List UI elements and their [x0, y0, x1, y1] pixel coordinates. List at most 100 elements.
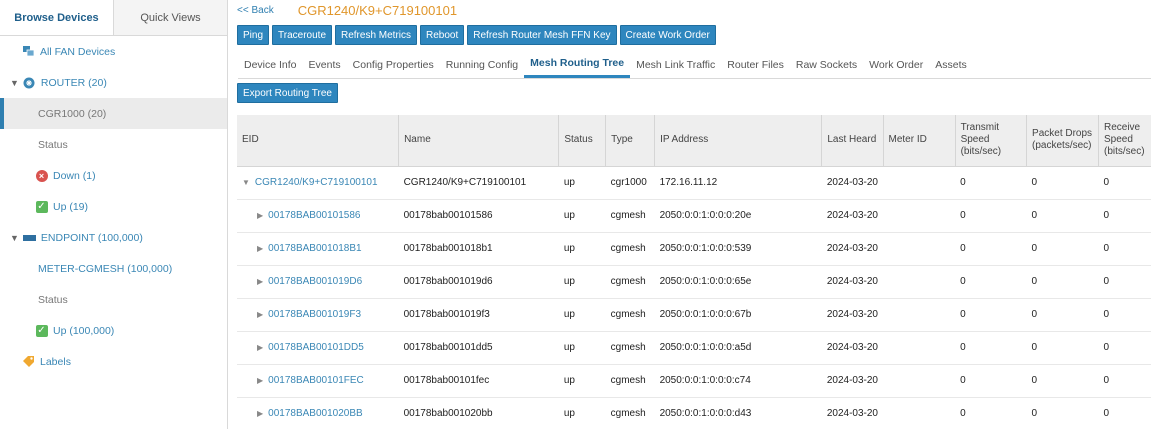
reboot-button[interactable]: Reboot — [420, 25, 465, 45]
status-cell: up — [558, 397, 606, 429]
table-row: ▶ 00178BAB001019D6 00178bab001019d6 up cg… — [237, 265, 1151, 299]
table-row: ▼ CGR1240/K9+C719100101 CGR1240/K9+C71910… — [237, 166, 1151, 200]
tab-raw-sockets[interactable]: Raw Sockets — [790, 51, 863, 78]
expand-icon[interactable]: ▶ — [257, 211, 263, 220]
eid-cell[interactable]: ▶ 00178BAB001018B1 — [237, 232, 399, 266]
expand-icon[interactable]: ▶ — [257, 277, 263, 286]
tab-quick-views[interactable]: Quick Views — [113, 0, 227, 35]
tab-router-files[interactable]: Router Files — [721, 51, 790, 78]
tab-work-order[interactable]: Work Order — [863, 51, 929, 78]
sidebar-item-label: Labels — [40, 355, 71, 368]
col-last-heard[interactable]: Last Heard — [821, 115, 884, 167]
col-ip-address[interactable]: IP Address — [654, 115, 823, 167]
col-meter-id[interactable]: Meter ID — [883, 115, 956, 167]
type-cell: cgr1000 — [605, 166, 655, 200]
rx-cell: 0 — [1098, 298, 1151, 332]
tab-device-info[interactable]: Device Info — [238, 51, 303, 78]
name-cell: 00178bab001020bb — [398, 397, 559, 429]
expand-icon[interactable]: ▶ — [257, 343, 263, 352]
tab-mesh-routing-tree[interactable]: Mesh Routing Tree — [524, 51, 631, 78]
tab-running-config[interactable]: Running Config — [440, 51, 524, 78]
eid-cell[interactable]: ▶ 00178BAB00101586 — [237, 199, 399, 233]
sidebar-item-router[interactable]: ▼ ROUTER (20) — [0, 67, 227, 98]
sidebar-item-status-up[interactable]: ✓ Up (19) — [0, 191, 227, 222]
name-cell: 00178bab001019d6 — [398, 265, 559, 299]
sidebar-item-endpoint[interactable]: ▼ ENDPOINT (100,000) — [0, 222, 227, 253]
status-cell: up — [558, 331, 606, 365]
col-status[interactable]: Status — [558, 115, 607, 167]
sidebar-item-label: Up (19) — [53, 200, 89, 213]
eid-link[interactable]: 00178BAB00101FEC — [268, 375, 364, 386]
expand-icon[interactable]: ▶ — [257, 409, 263, 418]
col-packet-drops[interactable]: Packet Drops (packets/sec) — [1026, 115, 1099, 167]
sidebar-item-label: ROUTER (20) — [40, 76, 107, 89]
eid-cell[interactable]: ▼ CGR1240/K9+C719100101 — [237, 166, 399, 200]
refresh-router-mesh-ffn-key-button[interactable]: Refresh Router Mesh FFN Key — [467, 25, 617, 45]
eid-cell[interactable]: ▶ 00178BAB001019F3 — [237, 298, 399, 332]
col-transmit-speed[interactable]: Transmit Speed (bits/sec) — [955, 115, 1028, 167]
tab-mesh-link-traffic[interactable]: Mesh Link Traffic — [630, 51, 721, 78]
col-eid[interactable]: EID — [237, 115, 400, 167]
eid-link[interactable]: 00178BAB001020BB — [268, 408, 363, 419]
ip-cell: 2050:0:0:1:0:0:0:65e — [654, 265, 822, 299]
collapse-icon[interactable]: ▼ — [242, 178, 250, 187]
status-cell: up — [558, 364, 606, 398]
eid-link[interactable]: 00178BAB001019F3 — [268, 309, 361, 320]
col-name[interactable]: Name — [398, 115, 560, 167]
export-routing-tree-button[interactable]: Export Routing Tree — [237, 83, 338, 103]
expand-icon[interactable]: ▶ — [257, 244, 263, 253]
tab-config-properties[interactable]: Config Properties — [347, 51, 440, 78]
eid-cell[interactable]: ▶ 00178BAB001020BB — [237, 397, 399, 429]
detail-tabs: Device Info Events Config Properties Run… — [238, 51, 1151, 79]
tx-cell: 0 — [955, 397, 1027, 429]
ping-button[interactable]: Ping — [237, 25, 270, 45]
name-cell: 00178bab00101586 — [398, 199, 559, 233]
traceroute-button[interactable]: Traceroute — [272, 25, 332, 45]
caret-down-icon[interactable]: ▼ — [10, 78, 19, 88]
eid-cell[interactable]: ▶ 00178BAB00101FEC — [237, 364, 399, 398]
type-cell: cgmesh — [605, 232, 655, 266]
refresh-metrics-button[interactable]: Refresh Metrics — [335, 25, 418, 45]
drops-cell: 0 — [1026, 397, 1099, 429]
eid-link[interactable]: 00178BAB001019D6 — [268, 276, 362, 287]
ip-cell: 2050:0:0:1:0:0:0:d43 — [654, 397, 822, 429]
table-row: ▶ 00178BAB00101586 00178bab00101586 up cg… — [237, 199, 1151, 233]
table-row: ▶ 00178BAB00101FEC 00178bab00101fec up cg… — [237, 364, 1151, 398]
down-status-icon: × — [35, 169, 48, 182]
eid-link[interactable]: 00178BAB001018B1 — [268, 243, 361, 254]
rx-cell: 0 — [1098, 199, 1151, 233]
device-header: << Back CGR1240/K9+C719100101 — [232, 0, 1151, 20]
sidebar-item-cgr1000[interactable]: CGR1000 (20) — [0, 98, 227, 129]
eid-link[interactable]: 00178BAB00101586 — [268, 210, 360, 221]
expand-icon[interactable]: ▶ — [257, 376, 263, 385]
last-heard-cell: 2024-03-20 — [821, 397, 883, 429]
sidebar-item-labels[interactable]: Labels — [0, 346, 227, 377]
eid-link[interactable]: CGR1240/K9+C719100101 — [255, 177, 378, 188]
create-work-order-button[interactable]: Create Work Order — [619, 25, 716, 45]
caret-down-icon[interactable]: ▼ — [10, 233, 19, 243]
sidebar-item-meter-cgmesh[interactable]: METER-CGMESH (100,000) — [0, 253, 227, 284]
endpoint-icon — [22, 231, 36, 244]
tab-events[interactable]: Events — [303, 51, 347, 78]
col-receive-speed[interactable]: Receive Speed (bits/sec) — [1098, 115, 1151, 167]
status-cell: up — [558, 166, 606, 200]
last-heard-cell: 2024-03-20 — [821, 166, 883, 200]
col-type[interactable]: Type — [605, 115, 656, 167]
eid-cell[interactable]: ▶ 00178BAB00101DD5 — [237, 331, 399, 365]
table-row: ▶ 00178BAB001019F3 00178bab001019f3 up cg… — [237, 298, 1151, 332]
type-cell: cgmesh — [605, 265, 655, 299]
eid-link[interactable]: 00178BAB00101DD5 — [268, 342, 364, 353]
type-cell: cgmesh — [605, 199, 655, 233]
expand-icon[interactable]: ▶ — [257, 310, 263, 319]
up-check-icon: ✓ — [35, 324, 48, 337]
back-link[interactable]: << Back — [237, 5, 274, 16]
name-cell: 00178bab001019f3 — [398, 298, 559, 332]
sidebar-item-endpoint-up[interactable]: ✓ Up (100,000) — [0, 315, 227, 346]
sidebar-item-status-down[interactable]: × Down (1) — [0, 160, 227, 191]
eid-cell[interactable]: ▶ 00178BAB001019D6 — [237, 265, 399, 299]
device-detail-panel: << Back CGR1240/K9+C719100101 Ping Trace… — [232, 0, 1151, 429]
tab-browse-devices[interactable]: Browse Devices — [0, 0, 113, 35]
action-toolbar: Ping Traceroute Refresh Metrics Reboot R… — [237, 25, 1151, 45]
sidebar-item-all-fan-devices[interactable]: All FAN Devices — [0, 36, 227, 67]
tab-assets[interactable]: Assets — [929, 51, 973, 78]
